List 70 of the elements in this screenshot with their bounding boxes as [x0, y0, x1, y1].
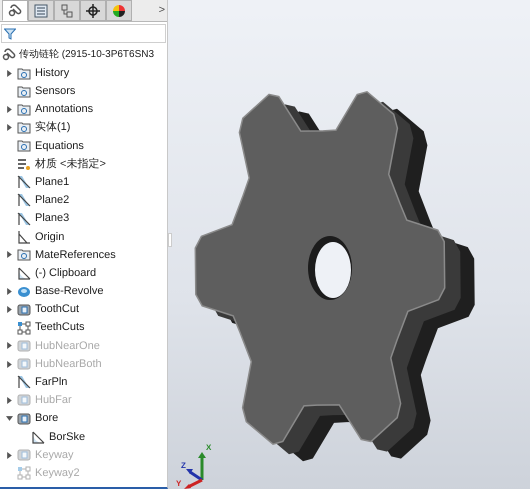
filter-field[interactable]: [1, 24, 166, 43]
folder-icon: [17, 102, 31, 116]
tree-item[interactable]: Base-Revolve: [35, 283, 104, 300]
expand-arrow-icon[interactable]: [6, 251, 12, 258]
plane-icon: [17, 375, 31, 390]
tree-item[interactable]: Plane2: [35, 192, 70, 209]
tree-item[interactable]: FarPln: [35, 374, 68, 391]
folder-icon: [17, 121, 31, 134]
folder-icon: [17, 139, 31, 152]
panel-tab[interactable]: [80, 0, 106, 21]
tree-item[interactable]: Bore: [35, 410, 58, 427]
tree-item[interactable]: ToothCut: [35, 301, 80, 318]
panel-tab[interactable]: [106, 0, 132, 21]
folder-icon: [17, 84, 31, 98]
cut-feature-icon: [17, 448, 31, 462]
panel-tab[interactable]: [54, 0, 80, 21]
pattern-icon: [17, 466, 31, 480]
tree-item[interactable]: Sensors: [35, 83, 76, 100]
tree-item[interactable]: BorSke: [49, 428, 86, 446]
configuration-icon: [60, 4, 74, 18]
expand-arrow-icon[interactable]: [6, 360, 12, 368]
list-icon: [34, 4, 48, 18]
plane-icon: [17, 212, 31, 226]
material-icon: [17, 158, 31, 171]
tree-item[interactable]: Origin: [35, 228, 64, 246]
cut-feature-icon: [17, 412, 31, 426]
plane-icon: [17, 193, 31, 208]
tree-item[interactable]: 材质 <未指定>: [35, 156, 106, 172]
pattern-icon: [17, 320, 31, 335]
crosshair-icon: [86, 4, 100, 18]
tree-item[interactable]: Annotations: [35, 101, 94, 118]
tree-item[interactable]: History: [35, 64, 70, 82]
expand-arrow-icon[interactable]: [6, 452, 12, 459]
feature-tree-icon: [2, 48, 16, 62]
cut-feature-icon: [17, 302, 31, 317]
folder-icon: [17, 248, 31, 262]
tree-item[interactable]: MateReferences: [35, 246, 116, 264]
expand-arrow-icon[interactable]: [6, 288, 12, 295]
folder-icon: [17, 66, 31, 80]
tree-item[interactable]: TeethCuts: [35, 319, 85, 336]
revolve-icon: [17, 284, 31, 298]
cut-feature-icon: [17, 338, 31, 353]
expand-arrow-icon[interactable]: [6, 342, 12, 350]
filter-icon: [4, 28, 16, 40]
feature-tree-icon: [8, 4, 22, 18]
origin-icon: [17, 230, 31, 244]
more-tabs-button[interactable]: >: [158, 0, 165, 21]
collapse-arrow-icon[interactable]: [6, 415, 12, 422]
plane-icon: [17, 175, 31, 190]
cut-feature-icon: [17, 393, 31, 408]
axis-label: Y: [176, 480, 182, 488]
expand-arrow-icon[interactable]: [6, 306, 12, 314]
panel-tab[interactable]: [2, 0, 28, 21]
expand-arrow-icon[interactable]: [6, 106, 12, 113]
axis-label: Z: [181, 462, 186, 470]
color-wheel-icon: [112, 4, 126, 18]
expand-arrow-icon[interactable]: [6, 70, 12, 77]
expand-arrow-icon[interactable]: [6, 396, 12, 404]
tree-item[interactable]: (-) Clipboard: [35, 264, 96, 282]
panel-tab[interactable]: [28, 0, 54, 21]
cut-feature-icon: [17, 357, 31, 372]
tree-item[interactable]: Plane3: [35, 210, 70, 227]
tree-item[interactable]: 实体(1): [35, 119, 70, 136]
part-name[interactable]: 传动链轮 (2915-10-3P6T6SN3: [19, 47, 154, 62]
tree-item[interactable]: Plane1: [35, 174, 70, 190]
sketch-icon: [17, 266, 31, 280]
tree-item[interactable]: Equations: [35, 138, 84, 154]
sketch-icon: [31, 430, 45, 444]
axis-label: X: [206, 444, 212, 452]
expand-arrow-icon[interactable]: [6, 124, 12, 132]
